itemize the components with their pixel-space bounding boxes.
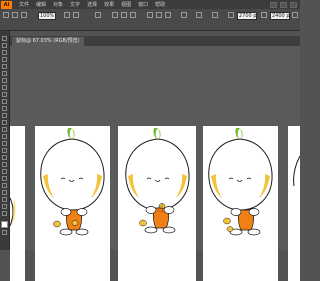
menu-file[interactable]: 文件 [19, 1, 29, 8]
menu-window[interactable]: 窗口 [138, 1, 148, 8]
symbol-sprayer-tool-icon[interactable] [2, 176, 7, 181]
artboard-0[interactable] [10, 126, 25, 281]
opacity-icon[interactable] [73, 12, 79, 18]
align-right-icon[interactable] [130, 12, 136, 18]
align-left-icon[interactable] [112, 12, 118, 18]
close-button[interactable] [290, 1, 297, 8]
menu-object[interactable]: 对象 [53, 1, 63, 8]
canvas[interactable]: ☝ [10, 46, 300, 281]
slice-tool-icon[interactable] [2, 197, 7, 202]
link-icon[interactable] [261, 12, 267, 18]
eraser-tool-icon[interactable] [2, 99, 7, 104]
menu-bar: Ai 文件 编辑 对象 文字 选择 效果 视图 窗口 帮助 [0, 0, 300, 9]
onion-character-3 [208, 128, 273, 236]
hand-tool-icon[interactable] [2, 204, 7, 209]
artboard-4-art [293, 155, 300, 187]
zoom-tool-icon[interactable] [2, 211, 7, 216]
more-options-icon[interactable] [292, 12, 298, 18]
paintbrush-tool-icon[interactable] [2, 85, 7, 90]
artboard-1[interactable] [35, 126, 110, 281]
menu-select[interactable]: 选择 [87, 1, 97, 8]
onion-character-1 [40, 128, 105, 236]
line-tool-icon[interactable] [2, 71, 7, 76]
align-center-icon[interactable] [121, 12, 127, 18]
graph-tool-icon[interactable] [2, 183, 7, 188]
arrange-icon[interactable] [196, 12, 202, 18]
perspective-tool-icon[interactable] [2, 141, 7, 146]
menu-type[interactable]: 文字 [70, 1, 80, 8]
distribute-middle-icon[interactable] [156, 12, 162, 18]
blend-tool-icon[interactable] [2, 169, 7, 174]
type-tool-icon[interactable] [2, 64, 7, 69]
shape-builder-tool-icon[interactable] [2, 134, 7, 139]
app-logo: Ai [1, 0, 12, 9]
rotate-tool-icon[interactable] [2, 106, 7, 111]
artboard-3[interactable] [203, 126, 278, 281]
width-tool-icon[interactable] [2, 120, 7, 125]
maximize-button[interactable] [280, 1, 287, 8]
eyedropper-tool-icon[interactable] [2, 162, 7, 167]
rectangle-tool-icon[interactable] [2, 78, 7, 83]
menu-view[interactable]: 视图 [121, 1, 131, 8]
scale-tool-icon[interactable] [2, 113, 7, 118]
hand-cursor-icon: ☝ [157, 202, 164, 215]
brush-icon[interactable] [64, 12, 70, 18]
transform-icon[interactable] [181, 12, 187, 18]
menu-edit[interactable]: 编辑 [36, 1, 46, 8]
pen-tool-icon[interactable] [2, 57, 7, 62]
menu-help[interactable]: 帮助 [155, 1, 165, 8]
style-icon[interactable] [95, 12, 101, 18]
artboard-4[interactable] [288, 126, 300, 281]
free-transform-tool-icon[interactable] [2, 127, 7, 132]
zoom-field[interactable]: 100% [38, 12, 56, 20]
artboard-tool-icon[interactable] [2, 190, 7, 195]
fill-color-icon[interactable] [1, 221, 8, 228]
height-field[interactable]: 2400 px [270, 12, 290, 20]
minimize-button[interactable] [270, 1, 277, 8]
distribute-top-icon[interactable] [147, 12, 153, 18]
direct-selection-tool-icon[interactable] [2, 43, 7, 48]
selection-arrow-icon[interactable] [3, 12, 9, 18]
control-bar: 100% 2700 px 2400 px [0, 9, 300, 31]
selection-tool-icon[interactable] [2, 36, 7, 41]
magic-wand-tool-icon[interactable] [2, 50, 7, 55]
screen-mode-icon[interactable] [2, 230, 7, 235]
mesh-tool-icon[interactable] [2, 148, 7, 153]
document-tab-bar: 鼠标@ 67.03% (RGB/预览) [10, 36, 300, 46]
fill-swatch-icon[interactable] [12, 12, 18, 18]
isolate-icon[interactable] [212, 12, 218, 18]
tools-panel [0, 31, 10, 250]
pencil-tool-icon[interactable] [2, 92, 7, 97]
stroke-swatch-icon[interactable] [21, 12, 27, 18]
menu-effect[interactable]: 效果 [104, 1, 114, 8]
gradient-tool-icon[interactable] [2, 155, 7, 160]
distribute-bottom-icon[interactable] [165, 12, 171, 18]
width-field[interactable]: 2700 px [237, 12, 257, 20]
artboard-0-art [10, 197, 16, 227]
document-tab[interactable]: 鼠标@ 67.03% (RGB/预览) [12, 37, 84, 46]
reference-point-icon[interactable] [228, 12, 234, 18]
